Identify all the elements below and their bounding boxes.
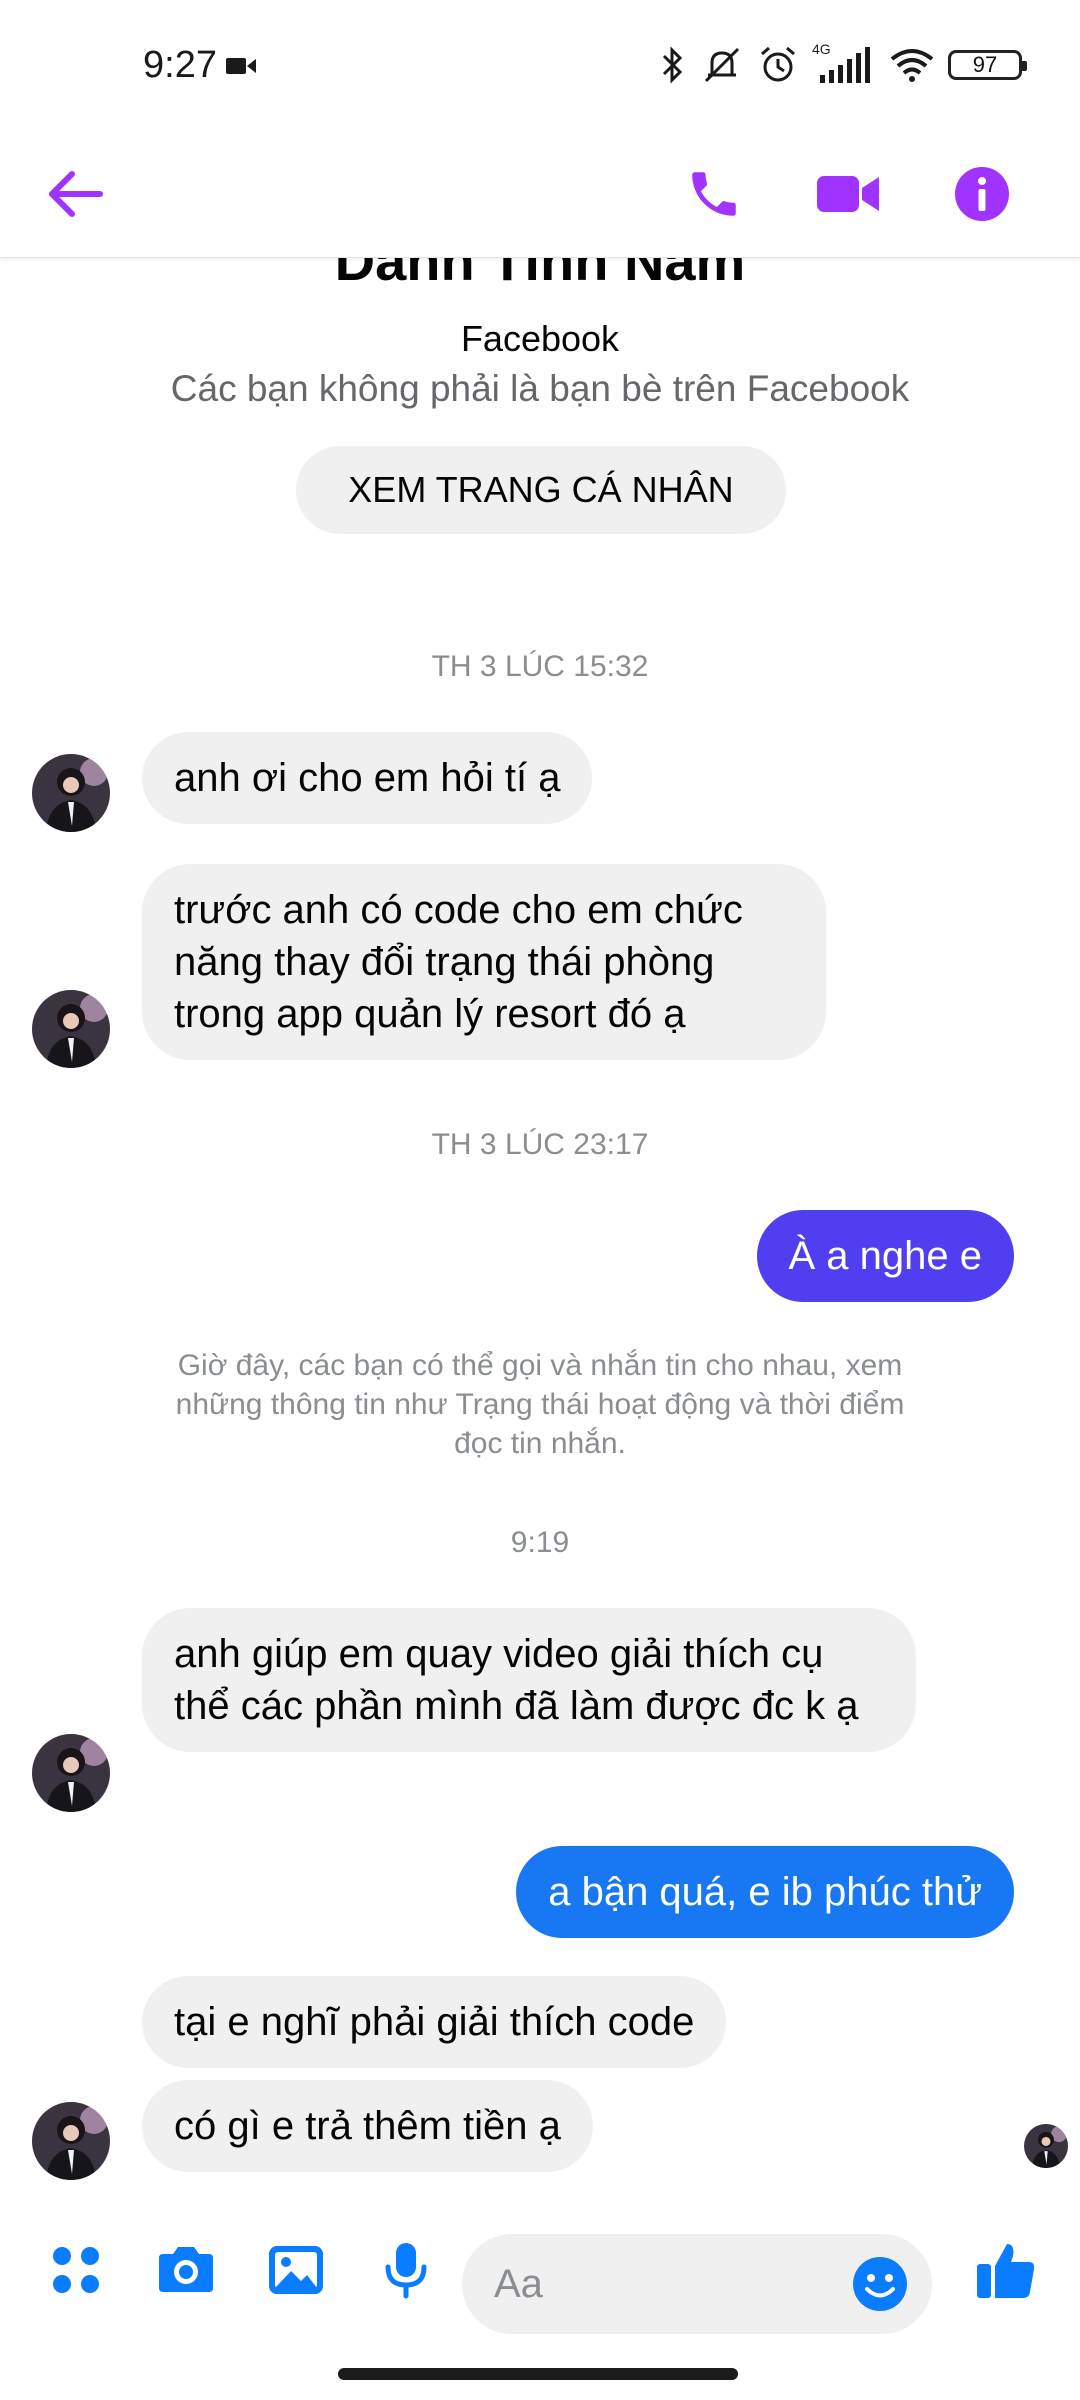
more-actions-button[interactable] [38,2232,114,2308]
like-button[interactable] [968,2232,1044,2308]
contact-avatar[interactable] [32,2102,110,2180]
conversation[interactable]: Danh Tính Nam Facebook Các bạn không phả… [0,258,1080,2200]
contact-avatar[interactable] [32,990,110,1068]
signal-bars-icon [820,47,870,83]
battery-indicator: 97 [948,50,1027,80]
system-notice: Giờ đây, các bạn có thể gọi và nhắn tin … [175,1349,905,1460]
chat-header [0,132,1080,258]
info-icon [955,167,1009,221]
alarm-icon [761,46,795,82]
seen-indicator-avatar [1024,2124,1068,2168]
timestamp: TH 3 LÚC 15:32 [431,650,649,683]
message-composer [0,2200,1080,2336]
camera-icon [159,2247,213,2292]
gallery-button[interactable] [258,2232,334,2308]
incoming-message[interactable]: có gì e trả thêm tiền ạ [142,2080,593,2172]
gallery-icon [269,2246,323,2294]
contact-name: Danh Tính Nam [334,258,746,292]
bluetooth-icon [662,46,683,84]
timestamp: TH 3 LÚC 23:17 [431,1128,649,1161]
outgoing-message[interactable]: À a nghe e [756,1210,1014,1302]
camera-button[interactable] [148,2232,224,2308]
avatar-image [32,754,110,832]
voice-call-button[interactable] [672,152,756,236]
incoming-message[interactable]: anh giúp em quay video giải thích cụ thể… [142,1608,916,1752]
voice-message-button[interactable] [368,2232,444,2308]
home-indicator[interactable] [338,2368,738,2380]
status-icons: 4G 97 [660,41,1027,88]
back-arrow-icon [49,171,103,217]
view-profile-button[interactable]: XEM TRANG CÁ NHÂN [296,446,786,534]
avatar-image [32,2102,110,2180]
wifi-icon [890,49,934,82]
phone-icon [692,172,736,216]
emoji-icon [853,2257,907,2311]
timestamp: 9:19 [510,1526,570,1559]
info-button[interactable] [940,152,1024,236]
avatar-image [32,990,110,1068]
status-bar: 9:27 4G 97 [0,0,1080,132]
status-time: 9:27 [143,44,217,86]
avatar-image [32,1734,110,1812]
incoming-message[interactable]: tại e nghĩ phải giải thích code [142,1976,727,2068]
screen-record-icon [226,58,256,74]
video-call-button[interactable] [806,152,890,236]
battery-level: 97 [972,52,998,77]
contact-avatar[interactable] [32,754,110,832]
thumbs-up-icon [977,2244,1035,2298]
emoji-button[interactable] [850,2254,910,2314]
back-button[interactable] [34,152,118,236]
message-input-field[interactable] [462,2234,932,2334]
profile-platform: Facebook [460,318,620,359]
outgoing-message[interactable]: a bận quá, e ib phúc thử [516,1846,1014,1938]
incoming-message[interactable]: anh ơi cho em hỏi tí ạ [142,732,593,824]
video-camera-icon [817,176,879,212]
contact-avatar[interactable] [32,1734,110,1812]
mute-bell-icon [704,47,740,83]
message-input[interactable] [494,2258,854,2310]
avatar-image [1024,2124,1068,2168]
microphone-icon [385,2243,427,2299]
friendship-note: Các bạn không phải là bạn bè trên Facebo… [170,368,910,409]
incoming-message[interactable]: trước anh có code cho em chức năng thay … [142,864,826,1060]
apps-icon [53,2247,99,2293]
cell-signal: 4G [812,41,876,85]
